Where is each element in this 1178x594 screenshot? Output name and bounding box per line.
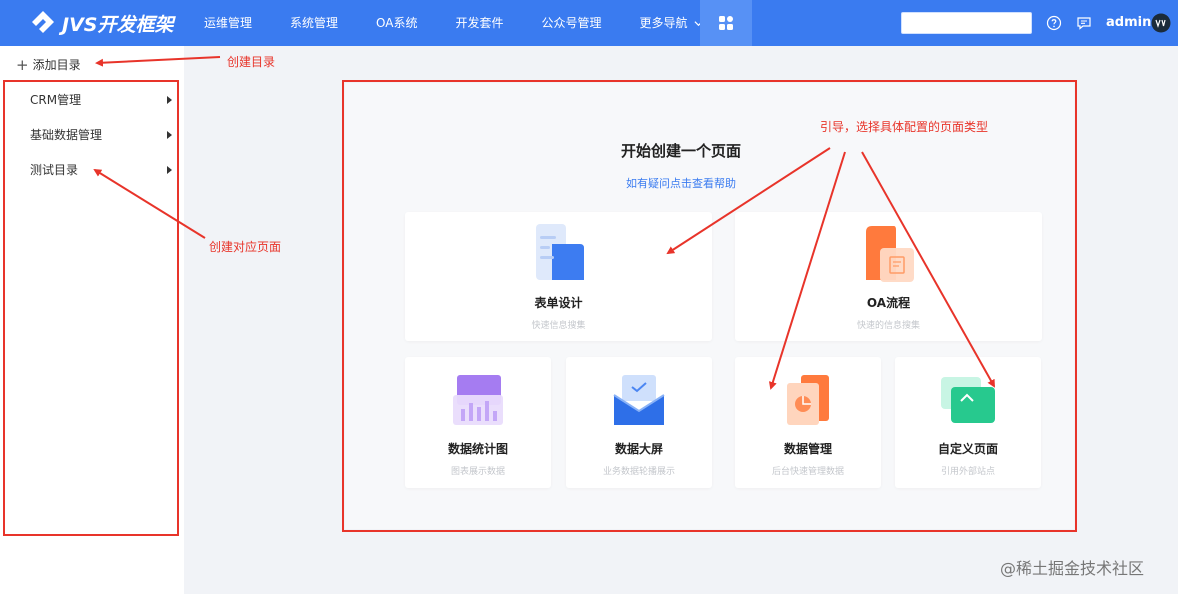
annotation-guide: 引导，选择具体配置的页面类型: [820, 120, 989, 134]
apps-button[interactable]: [700, 0, 752, 46]
panel-highlight-box: [342, 80, 1077, 532]
nav-label: 公众号管理: [541, 16, 602, 30]
nav-item-oa[interactable]: OA系统: [357, 0, 436, 46]
add-directory-label: 添加目录: [32, 58, 81, 72]
annotation-create-page: 创建对应页面: [209, 240, 282, 254]
plus-icon: +: [16, 55, 29, 74]
nav-item-wechat[interactable]: 公众号管理: [523, 0, 621, 46]
main-nav: 运维管理 系统管理 OA系统 开发套件 公众号管理 更多导航: [185, 0, 722, 46]
watermark: @稀土掘金技术社区: [1000, 559, 1145, 578]
annotation-create-dir: 创建目录: [227, 55, 276, 69]
app-logo[interactable]: JVS开发框架: [30, 9, 173, 37]
avatar[interactable]: [1151, 13, 1171, 33]
grid-apps-icon: [719, 16, 733, 30]
nav-label: 开发套件: [455, 16, 504, 30]
nav-label: 系统管理: [290, 16, 339, 30]
search-input[interactable]: [901, 12, 1032, 34]
nav-item-devkit[interactable]: 开发套件: [436, 0, 522, 46]
top-navbar: JVS开发框架 运维管理 系统管理 OA系统 开发套件 公众号管理 更多导航 a…: [0, 0, 1178, 46]
nav-item-ops[interactable]: 运维管理: [185, 0, 271, 46]
help-icon[interactable]: [1046, 15, 1062, 31]
sidebar-highlight-box: [3, 80, 179, 536]
logo-icon: [32, 11, 54, 33]
logo-text: JVS开发框架: [62, 13, 174, 36]
message-icon[interactable]: [1076, 15, 1092, 31]
nav-label: 运维管理: [204, 16, 253, 30]
nav-item-system[interactable]: 系统管理: [271, 0, 357, 46]
username[interactable]: admin: [1106, 0, 1151, 46]
nav-label: 更多导航: [639, 16, 688, 30]
add-directory-button[interactable]: + 添加目录: [16, 56, 81, 73]
nav-label: OA系统: [376, 16, 418, 30]
